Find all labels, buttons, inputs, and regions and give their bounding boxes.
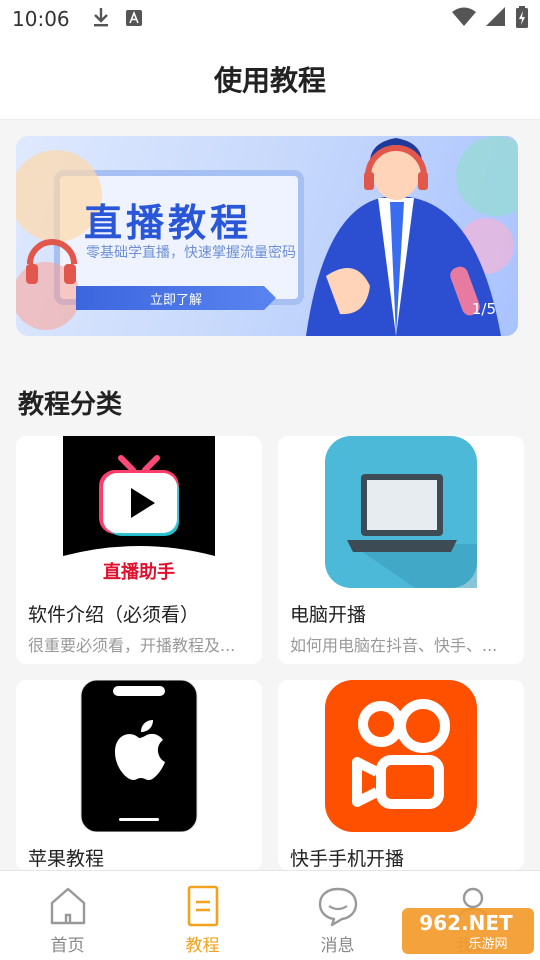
card-kuaishou-mobile[interactable]: 快手手机开播 [278, 680, 524, 870]
tab-tutorial[interactable]: 教程 [135, 871, 270, 960]
kuaishou-icon [325, 680, 477, 832]
signal-icon [486, 6, 506, 32]
card-title: 快手手机开播 [290, 848, 405, 870]
banner-title: 直播教程 [84, 201, 253, 245]
card-description: 如何用电脑在抖音、快手、... [290, 636, 498, 655]
wifi-icon [452, 7, 476, 32]
svg-text:乐游网: 乐游网 [468, 937, 507, 952]
thumb-caption: 直播助手 [103, 561, 175, 583]
banner-carousel[interactable]: 直播教程 零基础学直播，快速掌握流量密码 立即了解 1/5 [16, 136, 518, 336]
banner-subtitle: 零基础学直播，快速掌握流量密码 [86, 245, 296, 261]
card-pc-broadcast[interactable]: 电脑开播 如何用电脑在抖音、快手、... [278, 436, 524, 664]
status-time: 10:06 [12, 7, 70, 31]
tab-label: 首页 [50, 936, 85, 956]
message-icon [318, 887, 357, 927]
tab-home[interactable]: 首页 [0, 871, 135, 960]
page-header: 使用教程 [0, 38, 540, 120]
card-apple-tutorial[interactable]: 苹果教程 [16, 680, 262, 870]
laptop-icon [325, 436, 477, 588]
card-description: 很重要必须看，开播教程及... [28, 636, 236, 655]
home-icon [50, 887, 85, 925]
card-title: 电脑开播 [290, 604, 367, 626]
tutorial-icon [187, 885, 218, 927]
download-icon [92, 7, 110, 32]
status-bar: 10:06 [0, 0, 540, 38]
card-software-intro[interactable]: 直播助手 软件介绍（必须看） 很重要必须看，开播教程及... [16, 436, 262, 664]
page-title: 使用教程 [213, 63, 326, 97]
battery-icon [516, 5, 528, 33]
font-icon [125, 7, 142, 31]
tab-label: 教程 [185, 936, 220, 956]
section-title: 教程分类 [18, 390, 123, 420]
tab-messages[interactable]: 消息 [270, 871, 405, 960]
live-assistant-thumbnail: 直播助手 [63, 436, 215, 588]
card-title: 软件介绍（必须看） [28, 604, 200, 626]
banner-page-counter: 1/5 [471, 300, 496, 318]
apple-icon [80, 680, 198, 832]
site-watermark: 962.NET 乐游网 [402, 908, 534, 954]
card-title: 苹果教程 [28, 848, 105, 870]
banner-learn-more-button[interactable]: 立即了解 [76, 286, 276, 310]
svg-text:962.NET: 962.NET [419, 911, 513, 935]
tab-label: 消息 [320, 936, 355, 956]
